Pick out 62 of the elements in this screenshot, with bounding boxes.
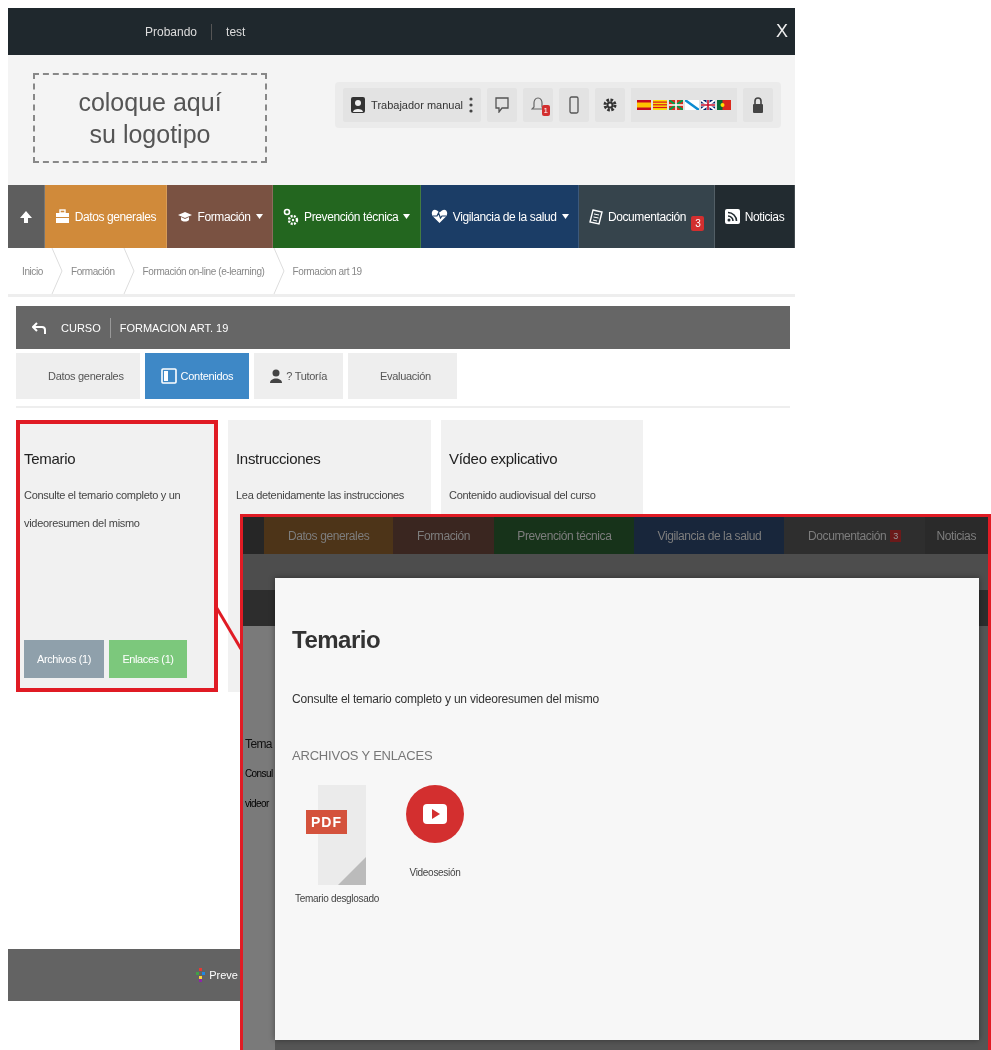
- tab[interactable]: Contenidos: [144, 353, 250, 399]
- bell-icon: [531, 97, 545, 113]
- graduation-cap-icon: [176, 210, 193, 223]
- section-heading: ARCHIVOS Y ENLACES: [292, 748, 434, 763]
- kebab-icon: [469, 97, 473, 113]
- modal-title: Temario: [292, 626, 382, 654]
- flag-icon[interactable]: [701, 100, 715, 110]
- notification-badge: 1: [541, 105, 550, 116]
- top-bar-link[interactable]: Probando: [145, 24, 198, 39]
- nav-menu-item[interactable]: Formación: [166, 185, 274, 248]
- user-menu-button[interactable]: Trabajador manual: [343, 88, 481, 122]
- notifications-button[interactable]: 1: [523, 88, 553, 122]
- tab[interactable]: Evaluación: [348, 353, 457, 399]
- breadcrumb-link[interactable]: Formacion art 19: [292, 265, 362, 277]
- chevron-separator-icon: [272, 248, 285, 294]
- footer-text: Preve: [209, 969, 238, 981]
- dimmed-count-badge: 3: [890, 529, 901, 542]
- breadcrumb-link[interactable]: Inicio: [22, 265, 43, 277]
- breadcrumb-link[interactable]: Formación on-line (e-learning): [142, 265, 265, 277]
- card-title: Instrucciones: [236, 450, 322, 467]
- chevron-separator-icon: [122, 248, 135, 294]
- top-bar-link[interactable]: test: [226, 24, 246, 39]
- tab[interactable]: Datos generales: [16, 353, 140, 399]
- course-title: FORMACION ART. 19: [119, 321, 229, 334]
- rss-icon: [724, 209, 740, 224]
- user-icon: [351, 97, 366, 113]
- count-badge: 3: [691, 216, 705, 231]
- flag-icon[interactable]: [717, 100, 731, 110]
- card-title: Temario: [24, 450, 77, 467]
- heartbeat-icon: [430, 209, 448, 224]
- attachment-link[interactable]: PDF Temario desglosado: [292, 785, 382, 904]
- gears-icon: [283, 207, 300, 226]
- document-icon: [588, 208, 603, 225]
- card-description: Consulte el temario completo y un videoresumen del mismo: [24, 488, 182, 531]
- nav-menu-item[interactable]: Documentación 3: [579, 185, 716, 248]
- nav-menu-item[interactable]: Prevención técnica: [273, 185, 422, 248]
- chevron-separator-icon: [50, 248, 63, 294]
- up-arrow-icon: [19, 209, 33, 224]
- phone-icon[interactable]: [559, 88, 589, 122]
- columns-icon: [160, 368, 177, 384]
- card-title: Vídeo explicativo: [449, 450, 559, 467]
- dimmed-text: Consul: [245, 768, 274, 780]
- logo-dots-icon: [196, 968, 207, 982]
- briefcase-icon: [54, 209, 70, 224]
- padlock-icon[interactable]: [743, 88, 773, 122]
- card-description: Lea detenidamente las instrucciones: [236, 488, 406, 503]
- attachment-link[interactable]: Videosesión: [406, 785, 464, 878]
- home-button[interactable]: [8, 185, 45, 248]
- card-description: Contenido audiovisual del curso: [449, 488, 597, 503]
- person-icon: [270, 369, 283, 383]
- nav-menu-item[interactable]: Vigilancia de la salud: [421, 185, 580, 248]
- breadcrumb-link[interactable]: Formación: [70, 265, 115, 277]
- course-type-label: CURSO: [61, 321, 101, 334]
- nav-menu-item[interactable]: Noticias: [715, 185, 795, 248]
- video-play-icon: [406, 785, 464, 843]
- chat-icon[interactable]: [487, 88, 517, 122]
- tab[interactable]: ? Tutoría: [254, 353, 343, 399]
- settings-icon[interactable]: [595, 88, 625, 122]
- dimmed-text: Tema: [245, 738, 274, 750]
- dimmed-text: videor: [245, 798, 270, 810]
- logo-drop-zone[interactable]: coloque aquí su logotipo: [33, 73, 267, 163]
- modal-description: Consulte el temario completo y un videoresumen del mismo: [292, 692, 600, 706]
